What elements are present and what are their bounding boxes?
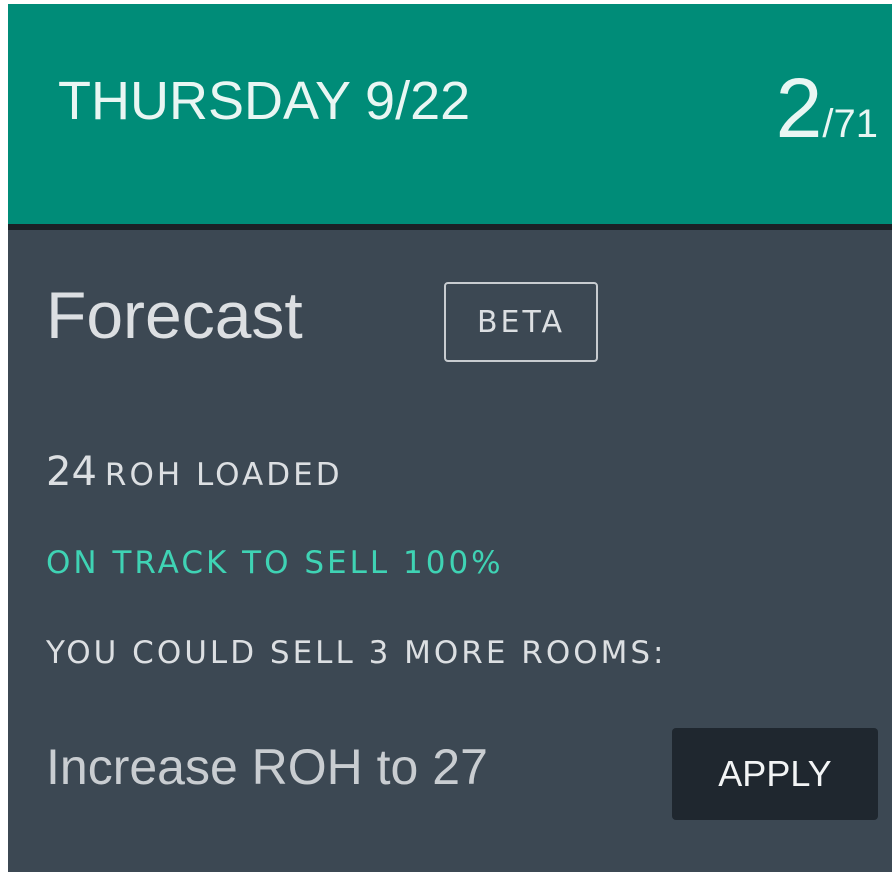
forecast-card: THURSDAY 9/22 2/71 Forecast BETA 24 ROH L…	[8, 4, 892, 872]
sell-more-message: YOU COULD SELL 3 MORE ROOMS:	[46, 635, 667, 671]
count-current: 2	[775, 61, 823, 155]
increase-roh-text: Increase ROH to 27	[46, 739, 488, 795]
forecast-title: Forecast	[46, 278, 303, 352]
day-header: THURSDAY 9/22 2/71	[8, 4, 892, 230]
beta-badge: BETA	[444, 282, 598, 362]
forecast-body: Forecast BETA 24 ROH LOADED ON TRACK TO S…	[8, 230, 892, 872]
day-label: THURSDAY 9/22	[58, 71, 471, 131]
apply-button[interactable]: APPLY	[672, 728, 878, 820]
room-count: 2/71	[776, 66, 878, 150]
roh-loaded-count: 24	[46, 449, 97, 495]
count-total: /71	[822, 102, 878, 146]
status-on-track: ON TRACK TO SELL 100%	[46, 545, 504, 581]
roh-loaded: 24 ROH LOADED	[46, 452, 343, 492]
roh-loaded-label: ROH LOADED	[104, 457, 343, 493]
